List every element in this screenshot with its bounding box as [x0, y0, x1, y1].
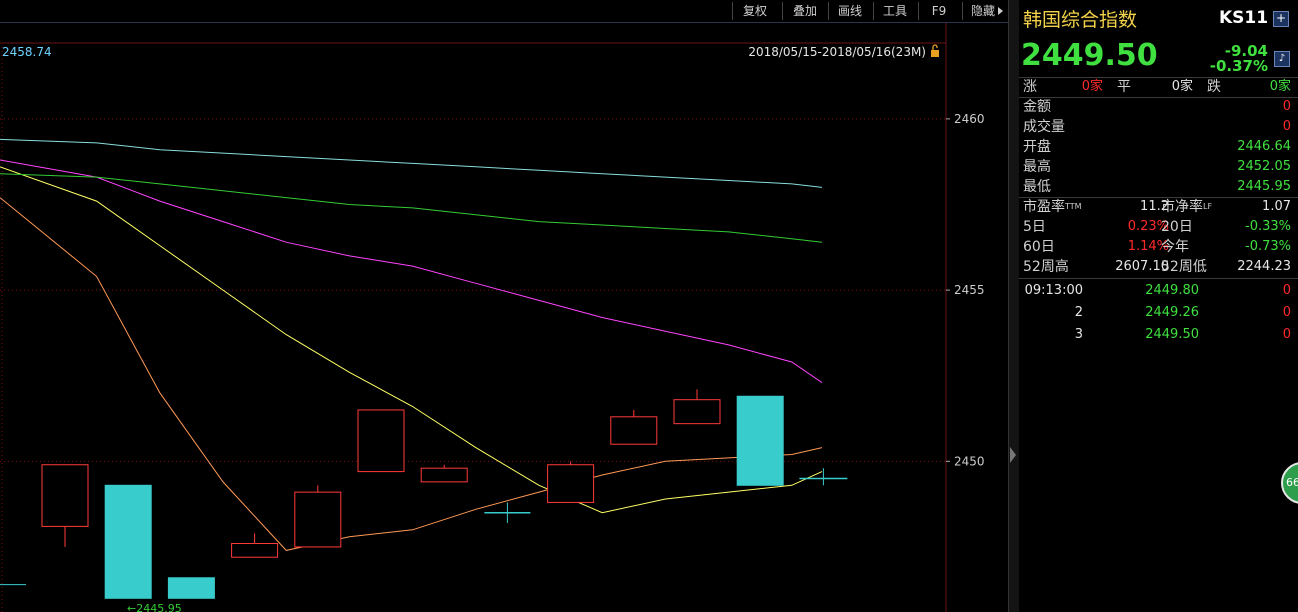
quote-panel: 韩国综合指数 KS11 + 2449.50 -9.04 -0.37% ♪ 涨 0…	[1019, 0, 1298, 612]
d20-value: -0.33%	[1245, 219, 1291, 234]
ma-line-4	[0, 173, 823, 243]
breadth-down-value: 0家	[1269, 79, 1291, 94]
candle-down	[104, 484, 152, 599]
chart-date-range: 2018/05/15-2018/05/16(23M)	[748, 45, 926, 59]
tick-volume: 0	[1282, 283, 1291, 298]
stat-value: 2452.05	[1237, 159, 1291, 174]
index-code: KS11	[1219, 8, 1269, 28]
candle-up	[41, 464, 89, 527]
candle-down	[167, 577, 215, 599]
candlestick-chart[interactable]: ←2445.95 2450 2455 2460 2458.74 2018/05/15…	[0, 23, 1008, 612]
breadth-up-label: 涨	[1023, 79, 1037, 95]
toolbar-overlay-button[interactable]: 叠加	[782, 2, 827, 20]
ma-line-3	[0, 159, 823, 384]
stat-label: 成交量	[1023, 119, 1065, 135]
y-tick-label: 2460	[954, 112, 985, 126]
candle-down	[736, 395, 784, 486]
chart-svg: ←2445.95 2450 2455 2460 2458.74 2018/05/15…	[0, 23, 985, 612]
pe-label: 市盈率TTM	[1023, 199, 1082, 215]
chart-toolbar: 复权 叠加 画线 工具 F9 隐藏	[0, 0, 1008, 23]
toolbar-tools-button[interactable]: 工具	[873, 2, 916, 20]
lock-icon[interactable]	[931, 44, 939, 57]
stat-value: 0	[1282, 119, 1291, 134]
chart-left-value-label: 2458.74	[2, 45, 52, 59]
pb-value: 1.07	[1262, 199, 1291, 214]
breadth-flat-label: 平	[1117, 79, 1131, 95]
tick-time: 2	[1074, 305, 1083, 320]
y-tick-label: 2450	[954, 454, 985, 468]
candle-up	[610, 416, 658, 445]
ytd-label: 今年	[1161, 239, 1189, 255]
candle-up	[547, 464, 595, 503]
toolbar-f9-button[interactable]: F9	[918, 2, 959, 20]
candle-up	[357, 409, 405, 473]
stat-label: 开盘	[1023, 139, 1051, 155]
pb-label: 市净率LF	[1161, 199, 1213, 215]
y-tick-label: 2455	[954, 283, 985, 297]
breadth-down-label: 跌	[1207, 79, 1221, 95]
divider	[1019, 278, 1298, 279]
breadth-flat-value: 0家	[1171, 79, 1193, 94]
stat-label: 最高	[1023, 159, 1051, 175]
low-marker-label: ←2445.95	[127, 602, 182, 612]
toolbar-hide-button[interactable]: 隐藏	[962, 2, 1003, 20]
stat-value: 0	[1282, 99, 1291, 114]
w52-low-label: 52周低	[1161, 259, 1207, 275]
candle-up	[420, 467, 468, 483]
w52-high-value: 2607.10	[1115, 259, 1169, 274]
index-name: 韩国综合指数	[1023, 9, 1138, 31]
ma-line-1	[0, 166, 823, 514]
w52-high-label: 52周高	[1023, 259, 1069, 275]
bell-icon[interactable]: ♪	[1274, 51, 1290, 67]
d60-value: 1.14%	[1127, 239, 1169, 254]
tick-volume: 0	[1282, 327, 1291, 342]
d5-label: 5日	[1023, 219, 1046, 235]
tick-price: 2449.50	[1145, 327, 1199, 342]
collapse-arrow-icon[interactable]	[1010, 447, 1016, 463]
candle-up	[231, 543, 279, 558]
tick-time: 09:13:00	[1024, 283, 1083, 298]
toolbar-dropdown-arrow-icon[interactable]	[998, 7, 1003, 15]
stat-label: 最低	[1023, 179, 1051, 195]
tick-price: 2449.80	[1145, 283, 1199, 298]
toolbar-restore-rights-button[interactable]: 复权	[732, 2, 777, 20]
d60-label: 60日	[1023, 239, 1055, 255]
stat-value: 2445.95	[1237, 179, 1291, 194]
breadth-up-value: 0家	[1081, 79, 1103, 94]
candle-up	[673, 399, 721, 425]
stat-label: 金额	[1023, 99, 1051, 115]
stat-value: 2446.64	[1237, 139, 1291, 154]
last-price: 2449.50	[1021, 38, 1158, 73]
d5-value: 0.23%	[1127, 219, 1169, 234]
tick-volume: 0	[1282, 305, 1291, 320]
d20-label: 20日	[1161, 219, 1193, 235]
toolbar-draw-line-button[interactable]: 画线	[828, 2, 871, 20]
ytd-value: -0.73%	[1245, 239, 1291, 254]
price-change-pct: -0.37%	[1209, 57, 1268, 75]
tick-price: 2449.26	[1145, 305, 1199, 320]
candle-up	[294, 491, 342, 548]
pe-value: 11.2	[1140, 199, 1169, 214]
plus-icon[interactable]: +	[1273, 11, 1289, 27]
tick-time: 3	[1074, 327, 1083, 342]
w52-low-value: 2244.23	[1237, 259, 1291, 274]
